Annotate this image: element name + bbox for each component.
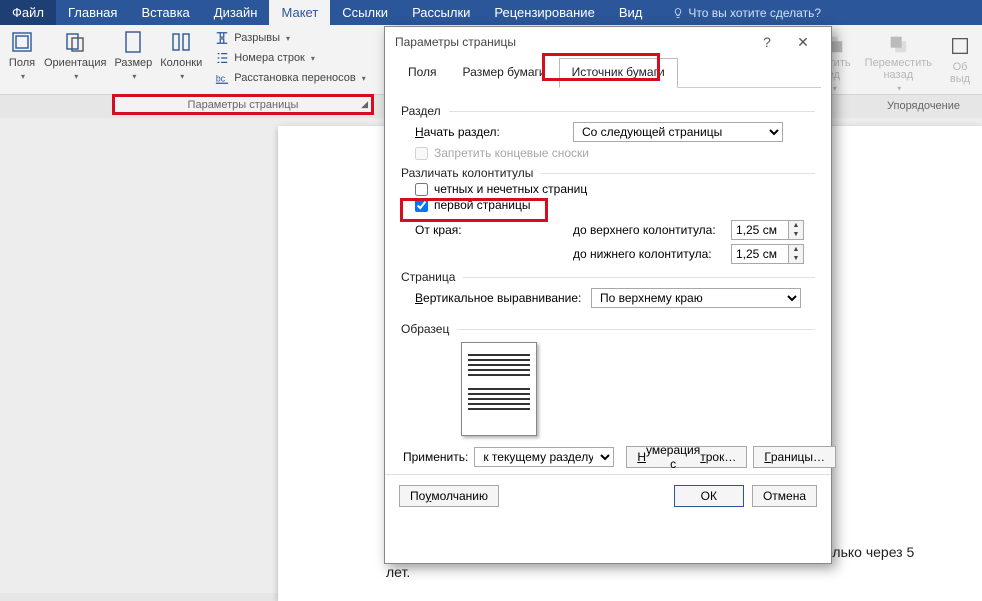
section-legend: Раздел [401,104,441,118]
headers-legend: Различать колонтитулы [401,166,533,180]
to-footer-label: до нижнего колонтитула: [573,247,723,261]
dialog-tabs: Поля Размер бумаги Источник бумаги [395,57,821,88]
header-spin-up[interactable]: ▲ [789,221,803,230]
suppress-endnotes-label: Запретить концевые сноски [434,146,589,160]
arrange-group-label: Упорядочение [887,100,960,112]
selection-pane-button[interactable]: Об выд [942,31,978,91]
tab-file[interactable]: Файл [0,0,56,25]
ribbon-tab-row: Файл Главная Вставка Дизайн Макет Ссылки… [0,0,982,25]
selection-icon [949,35,971,57]
columns-button[interactable]: Колонки▾ [156,27,206,87]
from-edge-label: От края: [415,223,565,237]
line-numbers-dialog-button[interactable]: Нумерация строк… [626,446,747,468]
to-header-label: до верхнего колонтитула: [573,223,723,237]
page-legend: Страница [401,270,455,284]
footer-spin-up[interactable]: ▲ [789,245,803,254]
set-default-button[interactable]: По умолчанию [399,485,499,507]
lightbulb-icon [672,7,684,19]
tab-view[interactable]: Вид [607,0,655,25]
send-backward-icon [887,33,909,55]
borders-dialog-button[interactable]: Границы… [753,446,836,468]
size-button[interactable]: Размер▾ [110,27,156,87]
orientation-icon [63,30,87,54]
columns-icon [169,30,193,54]
close-button[interactable]: ✕ [785,34,821,51]
tab-insert[interactable]: Вставка [129,0,201,25]
dialog-title: Параметры страницы [395,35,516,49]
tab-mailings[interactable]: Рассылки [400,0,482,25]
tab-review[interactable]: Рецензирование [482,0,606,25]
tab-design[interactable]: Дизайн [202,0,270,25]
odd-even-checkbox[interactable] [415,183,428,196]
cancel-button[interactable]: Отмена [752,485,817,507]
breaks-icon [215,31,229,45]
size-icon [123,30,143,54]
preview-thumbnail [461,342,537,436]
footer-spin-down[interactable]: ▼ [789,254,803,263]
tell-me-label: Что вы хотите сделать? [688,6,821,20]
section-start-label: Н [415,125,424,139]
breaks-button[interactable]: Разрывы▾ [210,29,370,47]
first-page-label: первой страницы [434,198,530,212]
hyphenation-icon: bc [215,71,229,85]
svg-text:bc: bc [216,74,226,84]
tab-margins[interactable]: Поля [395,58,450,88]
tab-paper-source[interactable]: Источник бумаги [559,58,678,88]
ok-button[interactable]: ОК [674,485,744,507]
preview-legend: Образец [401,322,449,336]
help-button[interactable]: ? [749,34,785,50]
page-setup-dialog: Параметры страницы ? ✕ Поля Размер бумаг… [384,26,832,564]
page-setup-group-label: Параметры страницы ◢ [112,94,374,115]
hyphenation-button[interactable]: bc Расстановка переносов▾ [210,69,370,87]
header-distance-input[interactable] [731,220,789,240]
tab-layout[interactable]: Макет [269,0,330,25]
dialog-titlebar: Параметры страницы ? ✕ [385,27,831,57]
first-page-checkbox[interactable] [415,199,428,212]
margins-button[interactable]: Поля▾ [4,27,40,87]
page-setup-launcher-icon[interactable]: ◢ [361,99,368,110]
tab-paper-size[interactable]: Размер бумаги [450,58,559,88]
tell-me-box[interactable]: Что вы хотите сделать? [672,0,821,25]
suppress-endnotes-checkbox [415,147,428,160]
header-spin-down[interactable]: ▼ [789,230,803,239]
apply-to-label: Применить: [403,450,468,464]
tab-references[interactable]: Ссылки [330,0,400,25]
footer-distance-input[interactable] [731,244,789,264]
orientation-button[interactable]: Ориентация▾ [40,27,110,87]
odd-even-label: четных и нечетных страниц [434,182,587,196]
line-numbers-icon [215,51,229,65]
tab-home[interactable]: Главная [56,0,129,25]
valign-combo[interactable]: По верхнему краю [591,288,801,308]
section-start-combo[interactable]: Со следующей страницы [573,122,783,142]
line-numbers-button[interactable]: Номера строк▾ [210,49,370,67]
send-backward-button[interactable]: Переместить назад▾ [861,31,936,91]
apply-to-combo[interactable]: к текущему разделу [474,447,614,467]
margins-icon [10,30,34,54]
